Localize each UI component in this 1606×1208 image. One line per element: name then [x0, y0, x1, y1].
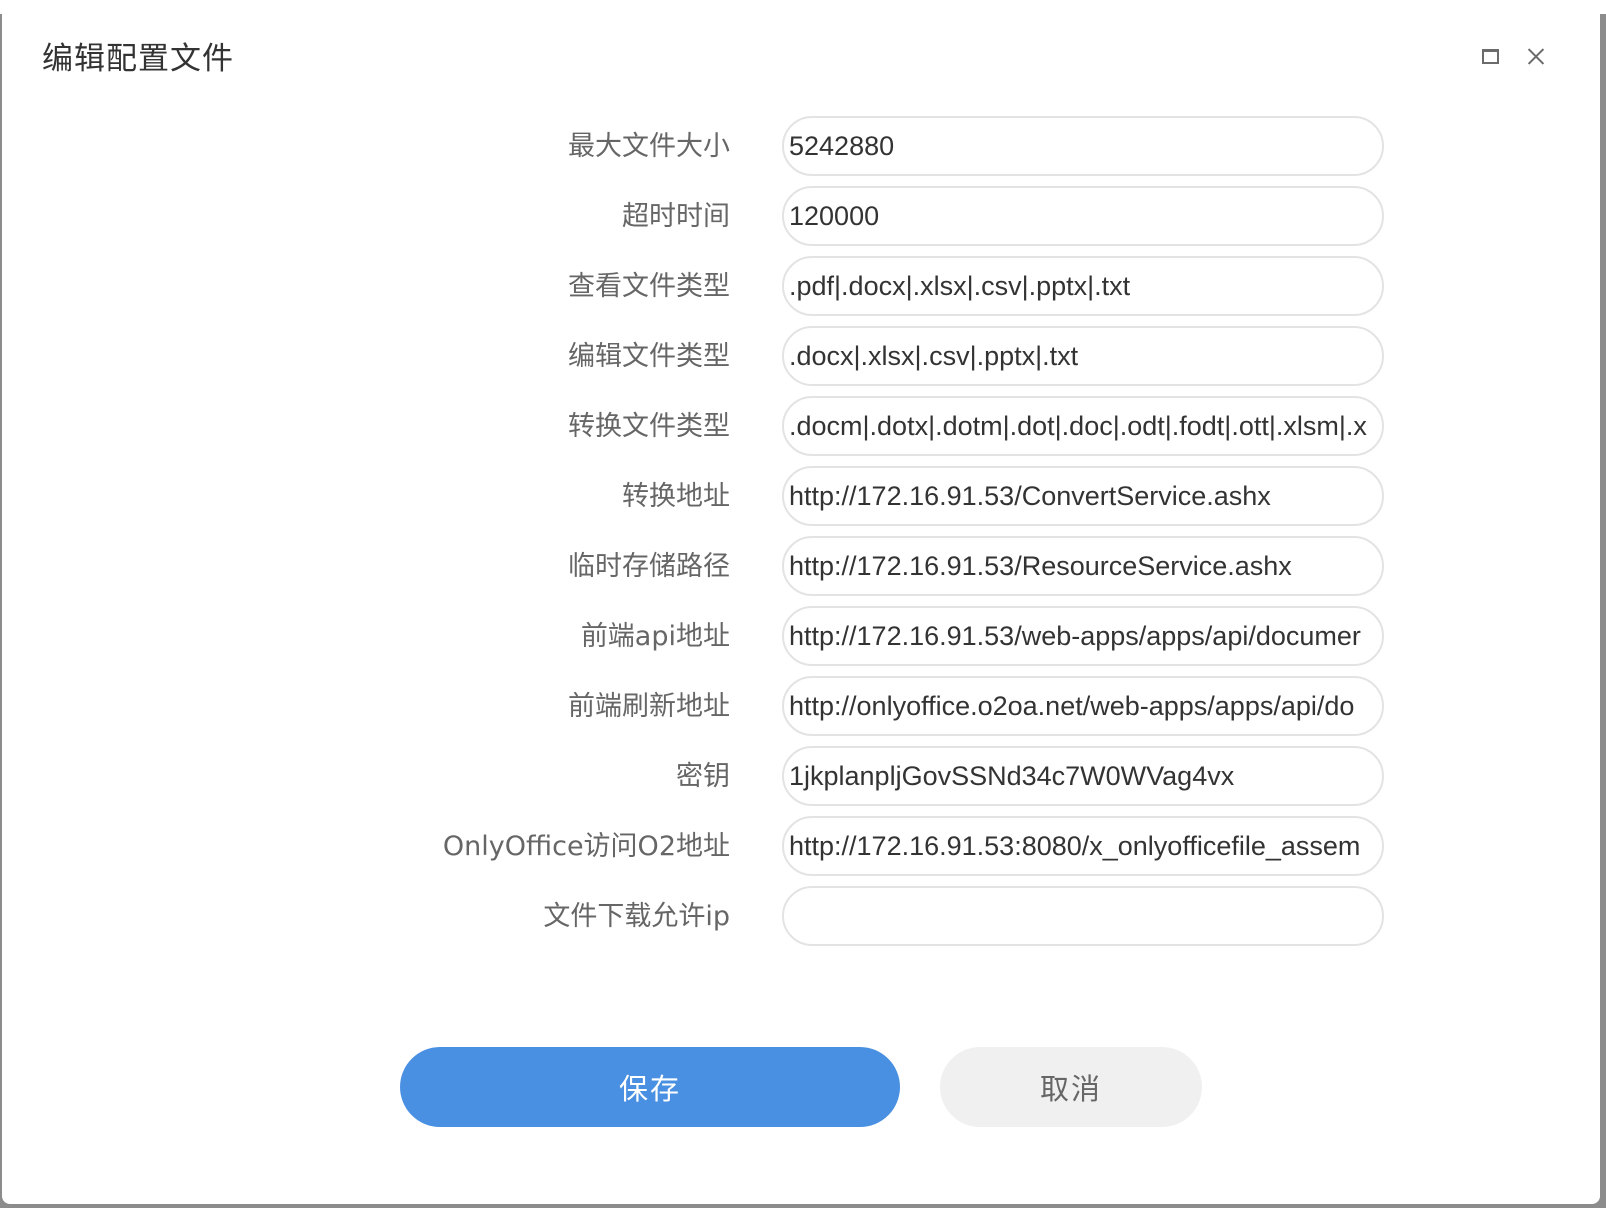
dialog-title: 编辑配置文件 [42, 41, 234, 77]
field-row-max-file-size: 最大文件大小 [2, 112, 1600, 182]
convert-url-input[interactable] [782, 466, 1384, 526]
frontend-refresh-url-input[interactable] [782, 676, 1384, 736]
field-row-convert-url: 转换地址 [2, 462, 1600, 532]
temp-storage-path-label: 临时存储路径 [568, 551, 730, 582]
field-row-view-file-types: 查看文件类型 [2, 252, 1600, 322]
save-button[interactable]: 保存 [400, 1047, 900, 1127]
field-row-convert-file-types: 转换文件类型 [2, 392, 1600, 462]
field-row-timeout: 超时时间 [2, 182, 1600, 252]
download-allowed-ip-input[interactable] [782, 886, 1384, 946]
secret-key-label: 密钥 [676, 761, 730, 792]
field-row-edit-file-types: 编辑文件类型 [2, 322, 1600, 392]
frontend-refresh-url-label: 前端刷新地址 [568, 691, 730, 722]
field-row-temp-storage-path: 临时存储路径 [2, 532, 1600, 602]
field-row-frontend-api-url: 前端api地址 [2, 602, 1600, 672]
maximize-icon [1481, 48, 1499, 64]
timeout-input[interactable] [782, 186, 1384, 246]
cancel-button[interactable]: 取消 [940, 1047, 1202, 1127]
edit-file-types-input[interactable] [782, 326, 1384, 386]
onlyoffice-o2-url-label: OnlyOffice访问O2地址 [442, 831, 730, 862]
view-file-types-label: 查看文件类型 [568, 271, 730, 302]
convert-file-types-input[interactable] [782, 396, 1384, 456]
close-button[interactable] [1520, 40, 1552, 72]
frontend-api-url-input[interactable] [782, 606, 1384, 666]
field-row-download-allowed-ip: 文件下载允许ip [2, 882, 1600, 952]
field-row-secret-key: 密钥 [2, 742, 1600, 812]
edit-file-types-label: 编辑文件类型 [568, 341, 730, 372]
max-file-size-input[interactable] [782, 116, 1384, 176]
field-row-frontend-refresh-url: 前端刷新地址 [2, 672, 1600, 742]
secret-key-input[interactable] [782, 746, 1384, 806]
field-row-onlyoffice-o2-url: OnlyOffice访问O2地址 [2, 812, 1600, 882]
convert-url-label: 转换地址 [622, 481, 730, 512]
temp-storage-path-input[interactable] [782, 536, 1384, 596]
view-file-types-input[interactable] [782, 256, 1384, 316]
download-allowed-ip-label: 文件下载允许ip [543, 901, 730, 932]
convert-file-types-label: 转换文件类型 [568, 411, 730, 442]
maximize-button[interactable] [1474, 40, 1506, 72]
timeout-label: 超时时间 [622, 201, 730, 232]
edit-config-dialog: 编辑配置文件 最大文件大小 超时时间 查看文件类型 编辑文件类型 转换文件类型 … [2, 4, 1600, 1204]
frontend-api-url-label: 前端api地址 [580, 621, 730, 652]
close-icon [1525, 45, 1547, 67]
max-file-size-label: 最大文件大小 [568, 131, 730, 162]
config-form: 最大文件大小 超时时间 查看文件类型 编辑文件类型 转换文件类型 转换地址 临时… [2, 112, 1600, 952]
onlyoffice-o2-url-input[interactable] [782, 816, 1384, 876]
